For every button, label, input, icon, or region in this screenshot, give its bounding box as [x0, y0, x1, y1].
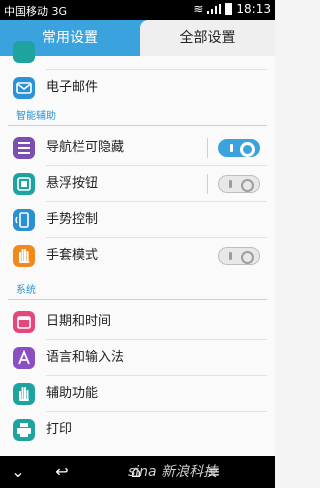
list-item-label: 打印 [46, 422, 73, 437]
settings-list[interactable]: 电子邮件 智能辅助 导航栏可隐藏 悬浮按钮 手势控制 手套模式 系统 日期和时间… [0, 41, 275, 456]
float-button-icon [13, 173, 35, 195]
list-item-navbar[interactable]: 导航栏可隐藏 [0, 130, 275, 166]
list-item-print[interactable]: 打印 [0, 412, 275, 448]
navigation-bar: ⌄ ↩ ⌂ ≡ sina 新浪科技 [0, 456, 275, 488]
list-item-glove[interactable]: 手套模式 [0, 238, 275, 274]
printer-icon [13, 419, 35, 441]
calendar-icon [13, 311, 35, 333]
settings-icon [13, 41, 35, 63]
hand-icon [13, 245, 35, 267]
list-item-label: 导航栏可隐藏 [46, 140, 125, 155]
section-smart-assist: 智能辅助 [0, 108, 275, 126]
list-item-accessibility[interactable]: 辅助功能 [0, 376, 275, 412]
list-item-label: 辅助功能 [46, 386, 99, 401]
clock: 18:13 [236, 2, 271, 16]
list-item-gesture[interactable]: 手势控制 [0, 202, 275, 238]
carrier-label: 中国移动 3G [4, 5, 68, 18]
float-button-toggle[interactable] [218, 175, 260, 193]
glove-mode-toggle[interactable] [218, 247, 260, 265]
accessibility-hand-icon [13, 383, 35, 405]
language-icon [13, 347, 35, 369]
list-item-email[interactable]: 电子邮件 [0, 70, 275, 106]
list-item-date-time[interactable]: 日期和时间 [0, 304, 275, 340]
mail-icon [13, 77, 35, 99]
status-bar: 中国移动 3G ≋ 18:13 [0, 0, 275, 20]
list-item-label: 日期和时间 [46, 314, 112, 329]
list-item-language[interactable]: 语言和输入法 [0, 340, 275, 376]
list-item-label: 语言和输入法 [46, 350, 125, 365]
navbar-icon [13, 137, 35, 159]
back-icon[interactable]: ↩ [44, 460, 80, 484]
signal-icon [207, 4, 222, 14]
navbar-toggle[interactable] [218, 139, 260, 157]
list-item-label: 电子邮件 [46, 80, 99, 95]
watermark-text: sina 新浪科技 [128, 464, 218, 480]
list-item-label: 手势控制 [46, 212, 99, 227]
list-item-float-button[interactable]: 悬浮按钮 [0, 166, 275, 202]
chevron-down-icon[interactable]: ⌄ [0, 460, 36, 484]
battery-icon [225, 3, 233, 15]
list-item-label: 悬浮按钮 [46, 176, 99, 191]
gesture-icon [13, 209, 35, 231]
section-title: 智能辅助 [16, 111, 56, 122]
wifi-icon: ≋ [193, 2, 204, 16]
section-system: 系统 [0, 282, 275, 300]
section-title: 系统 [16, 285, 36, 296]
list-item-label: 手套模式 [46, 248, 99, 263]
list-item-partial[interactable] [0, 34, 275, 70]
